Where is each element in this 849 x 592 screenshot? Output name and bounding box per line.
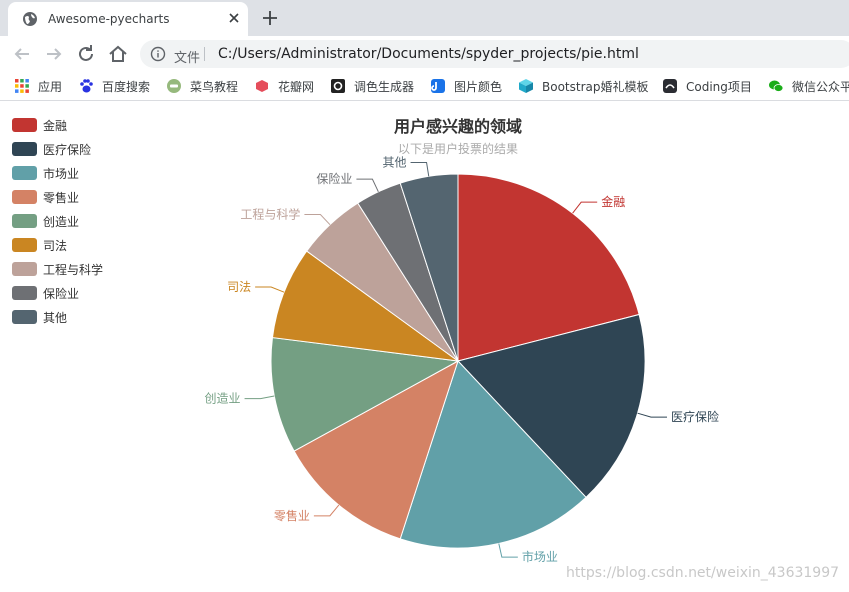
bookmark-coding[interactable]: Coding项目 — [662, 76, 752, 96]
back-arrow-icon[interactable] — [10, 42, 34, 66]
bookmark-baidu[interactable]: 百度搜索 — [78, 76, 150, 96]
bookmark-image-color[interactable]: 图片颜色 — [430, 76, 502, 96]
home-icon[interactable] — [106, 42, 130, 66]
pie-label: 市场业 — [522, 549, 558, 564]
bookmark-label: 图片颜色 — [454, 79, 503, 94]
new-tab-icon[interactable] — [258, 6, 282, 30]
bookmark-huaban[interactable]: 花瓣网 — [254, 76, 314, 96]
pie-label-line — [244, 395, 275, 400]
pie-label-line — [313, 504, 340, 517]
watermark: https://blog.csdn.net/weixin_43631997 — [566, 565, 840, 581]
bookmark-label: 百度搜索 — [102, 79, 151, 94]
pie-label: 司法 — [227, 280, 251, 294]
huaban-icon — [256, 80, 268, 92]
bookmark-wechat[interactable]: 微信公众平 — [768, 76, 849, 96]
omnibox-divider — [204, 47, 205, 61]
pie-label-line — [304, 213, 331, 226]
runoob-icon — [167, 79, 181, 93]
reload-icon[interactable] — [74, 42, 98, 66]
scheme-label: 文件 — [174, 51, 201, 66]
url-text[interactable]: C:/Users/Administrator/Documents/spyder_… — [218, 46, 639, 62]
page-content: 金融 医疗保险 市场业 零售业 创造业 司法 工程与科学 保险业 其他 用户感兴趣的领域 以下是… — [0, 101, 849, 592]
bookmark-label: 花瓣网 — [278, 79, 315, 94]
address-bar[interactable]: 文件 C:/Users/Administrator/Documents/spyd… — [140, 40, 849, 68]
bookmark-apps[interactable]: 应用 — [14, 76, 62, 96]
baidu-paw-icon — [80, 79, 93, 93]
close-tab-icon[interactable] — [224, 8, 244, 28]
coding-icon — [663, 79, 677, 93]
pie-chart: 金融医疗保险市场业 零售业 创造业 司法 工程与科学 保险业 其他 — [205, 155, 719, 564]
pie-label-line — [356, 178, 379, 193]
pie-label: 金融 — [601, 194, 625, 209]
pie-label: 工程与科学 — [240, 206, 300, 221]
pie-label-line — [255, 286, 285, 293]
bookmark-label: Coding项目 — [686, 79, 752, 94]
bookmark-runoob[interactable]: 菜鸟教程 — [166, 76, 238, 96]
browser-toolbar: 文件 C:/Users/Administrator/Documents/spyd… — [0, 36, 849, 72]
tab-strip: Awesome-pyecharts — [0, 0, 849, 36]
pie-label: 零售业 — [274, 508, 310, 523]
color-generator-icon — [331, 79, 345, 93]
pie-label-line — [637, 412, 668, 418]
pie-label: 其他 — [383, 155, 407, 169]
globe-icon — [23, 12, 37, 26]
wechat-icon — [769, 80, 784, 92]
bootstrap-cube-icon — [519, 79, 533, 93]
tab-title: Awesome-pyecharts — [48, 12, 170, 26]
pie-label-line — [498, 543, 518, 558]
info-icon[interactable] — [150, 46, 166, 62]
bookmark-bootstrap[interactable]: Bootstrap婚礼模板 — [518, 76, 648, 96]
bookmarks-bar: 应用 百度搜索 菜鸟教程 花瓣网 调色生成器 图片颜色 Bootstrap婚礼模… — [0, 72, 849, 101]
bookmark-color-generator[interactable]: 调色生成器 — [330, 76, 414, 96]
pie-label: 创造业 — [205, 392, 241, 406]
browser-tab[interactable]: Awesome-pyecharts — [8, 2, 248, 36]
pie-label-line — [572, 201, 598, 214]
pie-label: 医疗保险 — [671, 409, 719, 424]
pie-label-line — [410, 161, 430, 177]
bookmark-label: 菜鸟教程 — [190, 79, 239, 94]
bookmark-label: Bootstrap婚礼模板 — [542, 79, 649, 94]
forward-arrow-icon[interactable] — [42, 42, 66, 66]
apps-grid-icon — [15, 79, 29, 93]
image-color-icon — [431, 79, 445, 93]
bookmark-label: 微信公众平 — [792, 79, 849, 94]
bookmark-label: 应用 — [38, 79, 63, 94]
bookmark-label: 调色生成器 — [354, 79, 415, 94]
pie-label: 保险业 — [316, 171, 352, 186]
